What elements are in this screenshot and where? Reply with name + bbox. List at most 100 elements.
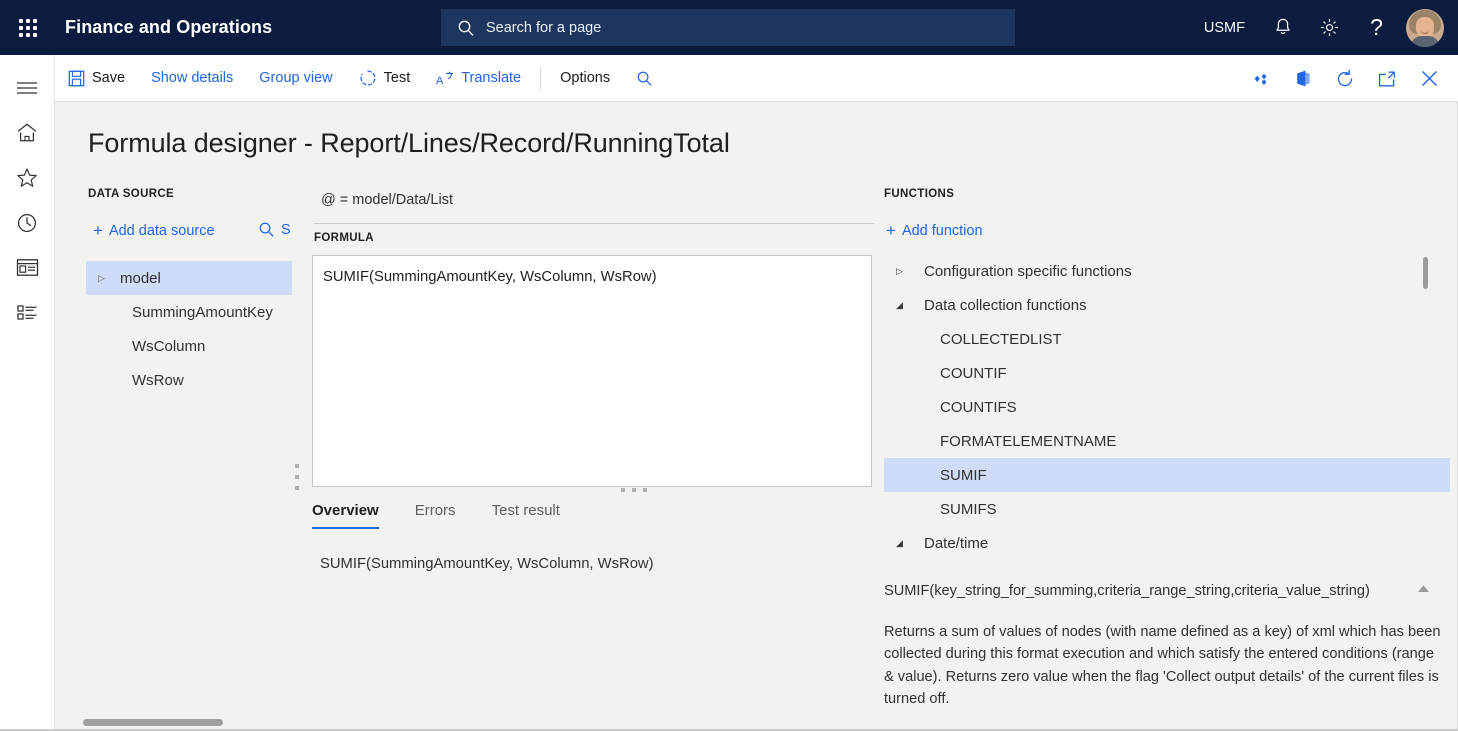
description-scrollbar[interactable] <box>1413 584 1435 731</box>
modules-list-icon[interactable] <box>0 290 55 335</box>
top-navigation-bar: Finance and Operations Search for a page… <box>0 0 1458 55</box>
function-item-label: SUMIF <box>940 466 987 484</box>
data-source-item-label: WsRow <box>132 371 184 389</box>
avatar[interactable] <box>1406 8 1444 47</box>
test-button[interactable]: Test <box>346 55 424 102</box>
office-app-icon[interactable] <box>1282 55 1324 102</box>
translate-icon: A <box>436 70 454 87</box>
options-label: Options <box>560 70 611 86</box>
data-source-header: DATA SOURCE <box>88 188 175 200</box>
command-bar: Save Show details Group view Test A Tran… <box>55 55 1458 102</box>
translate-button[interactable]: A Translate <box>423 55 534 102</box>
horizontal-scrollbar-thumb[interactable] <box>83 719 223 726</box>
global-search-input[interactable]: Search for a page <box>441 9 1015 46</box>
function-item-label: SUMIFS <box>940 500 997 518</box>
tab-errors[interactable]: Errors <box>415 502 456 529</box>
tree-row[interactable]: COLLECTEDLIST <box>884 322 1450 356</box>
tree-row[interactable]: SUMIFS <box>884 492 1450 526</box>
function-item-label: Date/time <box>924 534 989 552</box>
tree-row[interactable]: SUMIF <box>884 458 1450 492</box>
function-item-label: Configuration specific functions <box>924 262 1132 280</box>
save-button[interactable]: Save <box>55 55 138 102</box>
binding-expression: @ = model/Data/List <box>314 192 874 224</box>
group-view-button[interactable]: Group view <box>246 55 345 102</box>
tree-row[interactable]: ▷ model <box>86 261 292 295</box>
group-view-label: Group view <box>259 70 333 86</box>
app-title: Finance and Operations <box>65 17 273 37</box>
home-icon[interactable] <box>0 110 55 155</box>
plus-icon: + <box>886 221 896 240</box>
page-content: Formula designer - Report/Lines/Record/R… <box>55 102 1458 731</box>
gear-icon[interactable] <box>1306 0 1353 55</box>
panel-splitter-handle[interactable] <box>293 464 301 490</box>
add-function-label: Add function <box>901 222 983 239</box>
attachments-icon[interactable] <box>1240 55 1282 102</box>
question-mark-icon[interactable]: ? <box>1353 0 1400 55</box>
functions-tree[interactable]: ▷ Configuration specific functions ◢ Data c… <box>884 254 1450 560</box>
result-tabs[interactable]: Overview Errors Test result <box>312 502 596 529</box>
data-source-item-label: SummingAmountKey <box>132 303 273 321</box>
command-bar-right-actions <box>1240 55 1450 102</box>
clock-icon[interactable] <box>0 200 55 245</box>
options-button[interactable]: Options <box>547 55 623 102</box>
tab-overview[interactable]: Overview <box>312 502 379 529</box>
command-bar-divider <box>540 66 542 90</box>
formula-resize-handle[interactable] <box>621 486 647 494</box>
function-item-label: COUNTIF <box>940 364 1007 382</box>
chevron-expanded-icon[interactable]: ◢ <box>896 538 924 549</box>
bell-icon[interactable] <box>1259 0 1306 55</box>
hamburger-menu-icon[interactable] <box>0 65 55 110</box>
global-search-placeholder: Search for a page <box>486 19 602 36</box>
tree-row[interactable]: COUNTIFS <box>884 390 1450 424</box>
show-details-button[interactable]: Show details <box>138 55 246 102</box>
search-icon <box>458 20 474 36</box>
tree-row[interactable]: ◢ Date/time <box>884 526 1450 560</box>
function-description: SUMIF(key_string_for_summing,criteria_ra… <box>884 580 1446 710</box>
tree-row[interactable]: WsRow <box>86 363 292 397</box>
add-function-button[interactable]: + Add function <box>886 222 983 239</box>
overview-content: SUMIF(SummingAmountKey, WsColumn, WsRow) <box>320 556 654 572</box>
tab-test-result[interactable]: Test result <box>492 502 560 529</box>
page-title: Formula designer - Report/Lines/Record/R… <box>88 128 730 158</box>
tree-row[interactable]: COUNTIF <box>884 356 1450 390</box>
function-signature: SUMIF(key_string_for_summing,criteria_ra… <box>884 583 1370 599</box>
svg-text:A: A <box>436 75 444 87</box>
formula-editor[interactable]: SUMIF(SummingAmountKey, WsColumn, WsRow) <box>312 255 872 487</box>
top-bar-actions: USMF ? <box>1190 0 1458 55</box>
tree-row[interactable]: ▷ Configuration specific functions <box>884 254 1450 288</box>
data-source-item-label: WsColumn <box>132 337 206 355</box>
function-description-body: Returns a sum of values of nodes (with n… <box>884 624 1441 707</box>
chevron-collapsed-icon[interactable]: ▷ <box>896 266 924 277</box>
show-details-label: Show details <box>151 70 234 86</box>
workspaces-icon[interactable] <box>0 245 55 290</box>
star-icon[interactable] <box>0 155 55 200</box>
chevron-expanded-icon[interactable]: ◢ <box>896 300 924 311</box>
translate-label: Translate <box>461 70 522 86</box>
tree-row[interactable]: SummingAmountKey <box>86 295 292 329</box>
formula-designer-page: Finance and Operations Search for a page… <box>0 0 1458 731</box>
add-data-source-label: Add data source <box>108 222 215 239</box>
open-in-new-window-icon[interactable] <box>1366 55 1408 102</box>
tree-row[interactable]: WsColumn <box>86 329 292 363</box>
plus-icon: + <box>93 221 103 240</box>
scroll-up-arrow-icon[interactable] <box>1417 584 1430 593</box>
refresh-icon[interactable] <box>1324 55 1366 102</box>
tree-row[interactable]: FORMATELEMENTNAME <box>884 424 1450 458</box>
data-source-search-button[interactable]: S <box>258 221 291 238</box>
formula-header: FORMULA <box>314 232 374 244</box>
search-icon <box>637 71 652 86</box>
waffle-grid-icon[interactable] <box>0 0 56 55</box>
data-source-tree[interactable]: ▷ model SummingAmountKey WsColumn WsRow <box>86 261 292 397</box>
close-icon[interactable] <box>1408 55 1450 102</box>
chevron-collapsed-icon[interactable]: ▷ <box>98 273 118 284</box>
search-icon <box>259 222 274 237</box>
save-label: Save <box>92 70 126 86</box>
command-search-button[interactable] <box>623 55 666 102</box>
function-item-label: COLLECTEDLIST <box>940 330 1062 348</box>
company-selector[interactable]: USMF <box>1190 0 1259 55</box>
tree-row[interactable]: ◢ Data collection functions <box>884 288 1450 322</box>
add-data-source-button[interactable]: + Add data source <box>93 222 215 239</box>
data-source-search-label: S <box>281 221 291 238</box>
functions-scrollbar-thumb[interactable] <box>1423 257 1428 289</box>
function-item-label: FORMATELEMENTNAME <box>940 432 1117 450</box>
